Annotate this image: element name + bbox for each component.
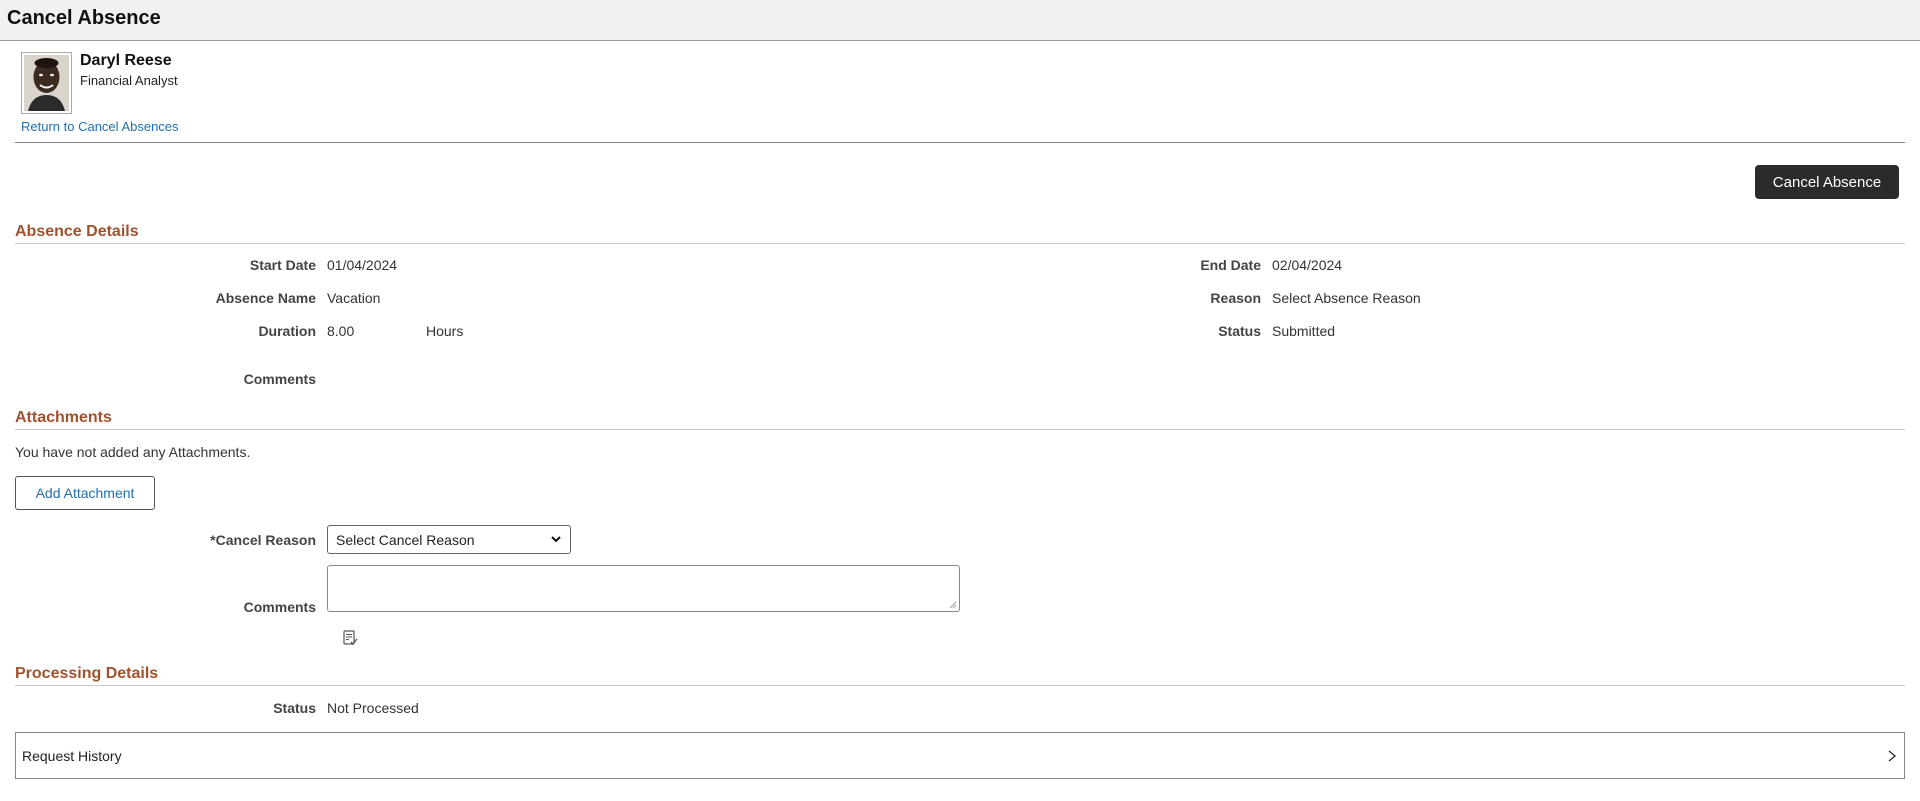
start-date-label: Start Date [249, 257, 316, 273]
duration-label: Duration [258, 323, 316, 339]
processing-status-label: Status [273, 700, 316, 716]
no-attachments-message: You have not added any Attachments. [15, 444, 251, 460]
cancel-reason-label: *Cancel Reason [210, 532, 316, 548]
resize-grip-icon[interactable] [949, 601, 957, 609]
attachments-title: Attachments [15, 409, 112, 426]
chevron-right-icon [1888, 750, 1897, 762]
processing-status-value: Not Processed [327, 700, 419, 716]
cancel-comments-label: Comments [243, 599, 316, 615]
employee-photo [21, 52, 72, 114]
end-date-label: End Date [1200, 257, 1261, 273]
reason-value: Select Absence Reason [1272, 290, 1421, 306]
start-date-value: 01/04/2024 [327, 257, 398, 273]
title-bar: Cancel Absence [0, 0, 1920, 41]
status-label: Status [1218, 323, 1261, 339]
attachments-divider [15, 429, 1905, 430]
request-history-label: Request History [22, 748, 122, 764]
processing-details-title: Processing Details [15, 665, 159, 682]
return-to-cancel-absences-link[interactable]: Return to Cancel Absences [21, 119, 179, 134]
processing-details-divider [15, 685, 1905, 686]
employee-job-title: Financial Analyst [80, 73, 178, 88]
chevron-down-icon [551, 536, 561, 543]
add-attachment-button[interactable]: Add Attachment [15, 476, 155, 510]
spell-check-icon[interactable] [342, 630, 358, 646]
absence-details-title: Absence Details [15, 223, 139, 240]
request-history-row[interactable]: Request History [15, 732, 1905, 779]
absence-comments-label: Comments [243, 371, 316, 387]
end-date-value: 02/04/2024 [1272, 257, 1343, 273]
cancel-absence-button[interactable]: Cancel Absence [1755, 165, 1899, 199]
status-value: Submitted [1272, 323, 1336, 339]
duration-value: 8.00 [327, 323, 355, 339]
cancel-reason-select[interactable]: Select Cancel Reason [327, 525, 571, 554]
employee-name: Daryl Reese [80, 52, 172, 69]
absence-name-value: Vacation [327, 290, 381, 306]
page-title: Cancel Absence [7, 7, 161, 29]
duration-unit: Hours [426, 323, 464, 339]
cancel-reason-selected-value: Select Cancel Reason [336, 532, 475, 548]
absence-name-label: Absence Name [215, 290, 316, 306]
header-divider [15, 142, 1905, 143]
absence-details-divider [15, 243, 1905, 244]
cancel-comments-input[interactable] [327, 565, 960, 612]
employee-photo-icon [24, 55, 69, 111]
reason-label: Reason [1210, 290, 1261, 306]
